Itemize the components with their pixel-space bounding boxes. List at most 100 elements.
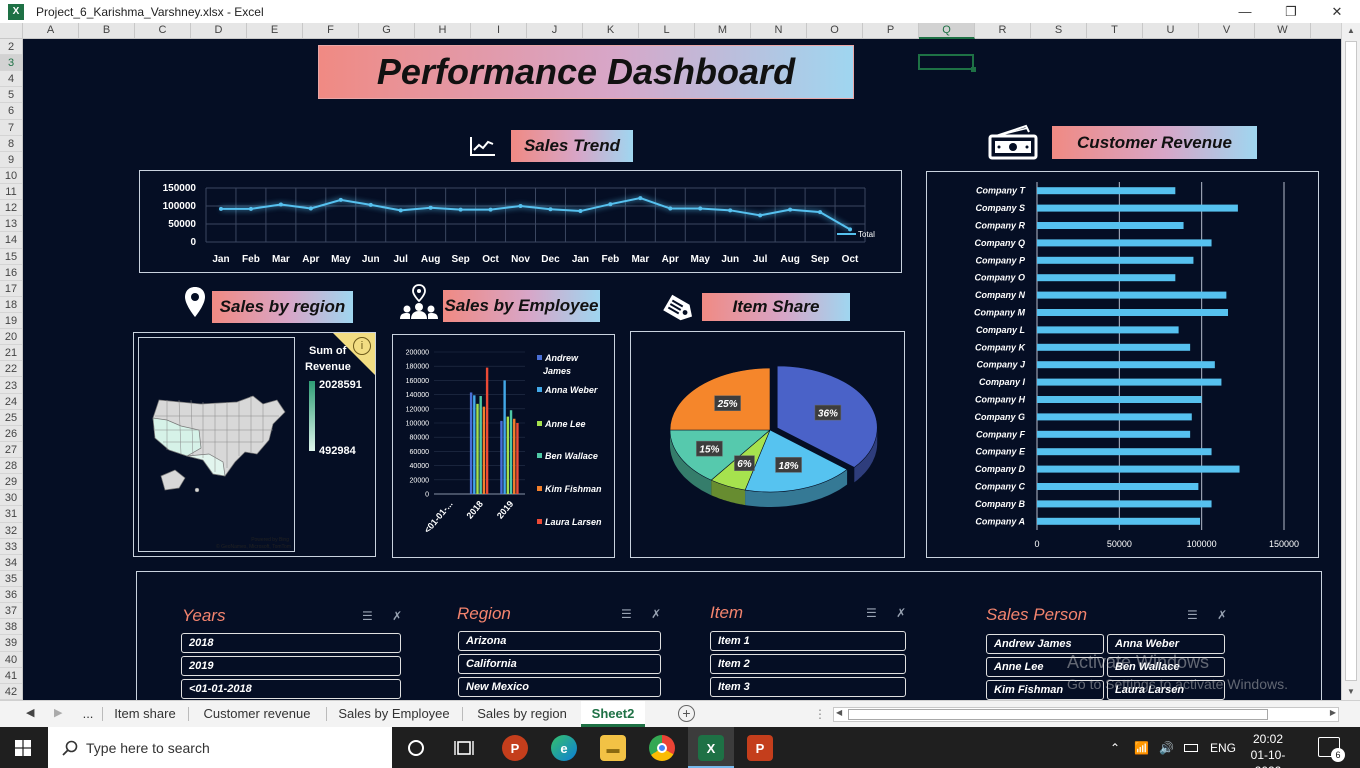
row-header[interactable]: 36 <box>0 587 22 604</box>
prev-sheet-icon[interactable]: ◀ <box>26 706 34 719</box>
column-header[interactable]: V <box>1199 23 1255 39</box>
tab-customer-revenue[interactable]: Customer revenue <box>192 701 322 727</box>
next-sheet-icon[interactable]: ▶ <box>54 706 62 719</box>
row-header[interactable]: 22 <box>0 361 22 378</box>
row-header[interactable]: 25 <box>0 410 22 426</box>
tab-sales-by-region[interactable]: Sales by region <box>466 701 578 727</box>
slicer-item-item[interactable]: Item 3 <box>710 677 906 697</box>
add-sheet-button[interactable]: + <box>678 705 695 722</box>
row-header[interactable]: 19 <box>0 313 22 330</box>
row-header[interactable]: 7 <box>0 120 22 136</box>
row-header[interactable]: 20 <box>0 329 22 346</box>
column-header[interactable]: M <box>695 23 751 39</box>
sales-employee-chart[interactable]: 200000 180000 160000 140000 120000 100000 8000… <box>392 334 615 558</box>
column-header[interactable]: P <box>863 23 919 39</box>
row-header[interactable]: 15 <box>0 249 22 265</box>
active-cell-q3[interactable] <box>918 54 976 72</box>
column-header[interactable]: L <box>639 23 695 39</box>
row-header[interactable]: 5 <box>0 87 22 104</box>
slicer-region-item[interactable]: New Mexico <box>458 677 661 697</box>
row-header[interactable]: 35 <box>0 571 22 588</box>
row-header[interactable]: 27 <box>0 442 22 459</box>
column-header[interactable]: E <box>247 23 303 39</box>
row-header[interactable]: 11 <box>0 184 22 201</box>
scroll-right-icon[interactable]: ▶ <box>1330 708 1336 717</box>
column-header[interactable]: S <box>1031 23 1087 39</box>
restore-button[interactable]: ❐ <box>1268 0 1314 23</box>
taskbar-search-box[interactable]: Type here to search <box>48 727 392 768</box>
row-header[interactable]: 30 <box>0 490 22 507</box>
column-header[interactable]: B <box>79 23 135 39</box>
powerpoint-taskbar-icon[interactable]: P <box>747 735 773 761</box>
slicer-salesperson-item[interactable]: Anna Weber <box>1107 634 1225 654</box>
slicer-item-tools[interactable]: ☰ ✗ <box>866 606 914 620</box>
row-header[interactable]: 32 <box>0 523 22 539</box>
powerpoint-p-icon[interactable]: P <box>502 735 528 761</box>
more-sheets-button[interactable]: ... <box>78 701 98 727</box>
row-header[interactable]: 31 <box>0 506 22 523</box>
row-header[interactable]: 10 <box>0 168 22 185</box>
row-header[interactable]: 13 <box>0 216 22 233</box>
slicer-region-item[interactable]: Arizona <box>458 631 661 651</box>
slicer-item-item[interactable]: Item 1 <box>710 631 906 651</box>
customer-revenue-chart[interactable]: 0 50000 100000 150000 Company T Company S Comp… <box>926 171 1319 558</box>
column-header[interactable]: C <box>135 23 191 39</box>
scroll-up-icon[interactable]: ▲ <box>1342 23 1360 39</box>
column-header[interactable]: J <box>527 23 583 39</box>
column-header[interactable]: I <box>471 23 527 39</box>
slicer-years-item[interactable]: <01-01-2018 <box>181 679 401 699</box>
row-header[interactable]: 18 <box>0 297 22 313</box>
row-header[interactable]: 29 <box>0 474 22 491</box>
edge-icon[interactable]: e <box>551 735 577 761</box>
sales-trend-chart[interactable]: 150000 100000 50000 0 Jan Feb Mar Apr May Jun Jul A… <box>139 170 902 273</box>
tab-sales-by-employee[interactable]: Sales by Employee <box>330 701 458 727</box>
horizontal-scrollbar[interactable]: ◀ ▶ <box>833 707 1339 722</box>
row-header[interactable]: 24 <box>0 394 22 410</box>
column-header[interactable]: H <box>415 23 471 39</box>
row-header[interactable]: 21 <box>0 345 22 362</box>
row-header[interactable]: 23 <box>0 378 22 394</box>
column-header[interactable]: D <box>191 23 247 39</box>
row-header[interactable]: 39 <box>0 635 22 652</box>
column-header[interactable]: A <box>23 23 79 39</box>
network-icon[interactable]: 📶 <box>1134 741 1149 755</box>
slicer-salesperson-tools[interactable]: ☰ ✗ <box>1187 608 1235 622</box>
tab-item-share[interactable]: Item share <box>106 701 184 727</box>
minimize-button[interactable]: — <box>1222 0 1268 23</box>
slicer-years-tools[interactable]: ☰ ✗ <box>362 609 410 623</box>
file-explorer-icon[interactable]: ▬ <box>600 735 626 761</box>
clock[interactable]: 20:02 01-10-2022 <box>1238 731 1298 768</box>
slicer-item-item[interactable]: Item 2 <box>710 654 906 674</box>
row-header[interactable]: 8 <box>0 136 22 152</box>
row-header[interactable]: 2 <box>0 39 22 56</box>
row-header[interactable]: 3 <box>0 55 22 72</box>
row-header[interactable]: 42 <box>0 684 22 700</box>
scroll-down-icon[interactable]: ▼ <box>1342 684 1360 700</box>
column-header[interactable]: T <box>1087 23 1143 39</box>
vertical-scrollbar[interactable]: ▲ ▼ <box>1341 23 1360 700</box>
row-header[interactable]: 12 <box>0 200 22 217</box>
row-header[interactable]: 33 <box>0 539 22 555</box>
slicer-salesperson-item[interactable]: Andrew James <box>986 634 1104 654</box>
column-header[interactable]: F <box>303 23 359 39</box>
cortana-icon[interactable] <box>407 739 425 757</box>
column-header[interactable]: N <box>751 23 807 39</box>
vertical-scroll-thumb[interactable] <box>1345 41 1357 681</box>
row-header[interactable]: 6 <box>0 103 22 120</box>
battery-icon[interactable] <box>1183 743 1198 752</box>
tab-split-handle[interactable]: ⋮ <box>814 707 826 721</box>
horizontal-scroll-thumb[interactable] <box>848 709 1268 720</box>
row-header[interactable]: 16 <box>0 265 22 281</box>
row-header[interactable]: 38 <box>0 619 22 636</box>
column-header[interactable]: Q <box>919 23 975 39</box>
slicer-region-item[interactable]: California <box>458 654 661 674</box>
row-header[interactable]: 9 <box>0 152 22 168</box>
row-header[interactable]: 14 <box>0 232 22 249</box>
slicer-region-tools[interactable]: ☰ ✗ <box>621 607 669 621</box>
chrome-icon[interactable] <box>649 735 675 761</box>
column-header[interactable]: O <box>807 23 863 39</box>
item-share-chart[interactable]: 36% 18% 6% 15% 25% <box>630 331 905 558</box>
chevron-up-icon[interactable]: ⌃ <box>1110 741 1120 755</box>
language-indicator[interactable]: ENG <box>1210 741 1236 755</box>
close-button[interactable]: ✕ <box>1314 0 1360 23</box>
